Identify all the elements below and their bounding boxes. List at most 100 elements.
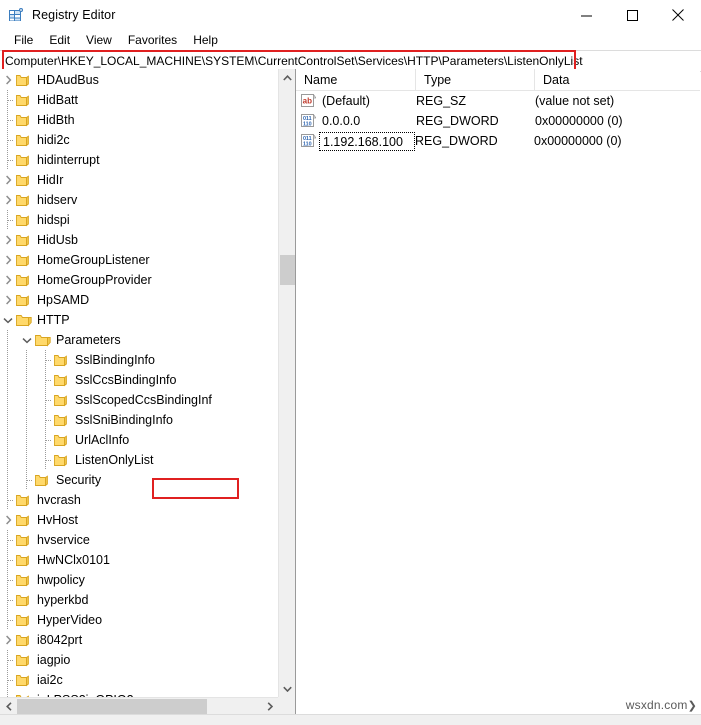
folder-icon (16, 253, 32, 267)
chevron-right-icon[interactable] (0, 630, 16, 650)
tree-node-hdaudbus[interactable]: HDAudBus (0, 70, 278, 90)
value-row[interactable]: ab (Default) REG_SZ (value not set) (296, 91, 700, 111)
chevron-right-icon[interactable] (0, 250, 16, 270)
value-row[interactable]: 011 110 0.0.0.0 REG_DWORD 0x00000000 (0) (296, 111, 700, 131)
window-controls (563, 0, 701, 30)
folder-icon (35, 333, 51, 347)
tree-node-hvhost[interactable]: HvHost (0, 510, 278, 530)
tree-node-hpsamd[interactable]: HpSAMD (0, 290, 278, 310)
chevron-right-icon[interactable] (0, 70, 16, 90)
registry-editor-icon (8, 7, 24, 23)
tree-node-label: HidBth (37, 113, 75, 127)
close-button[interactable] (655, 0, 701, 30)
tree-node-hidi2c[interactable]: hidi2c (0, 130, 278, 150)
scroll-up-icon[interactable] (279, 69, 295, 86)
tree-node-hidspi[interactable]: hidspi (0, 210, 278, 230)
tree-indent-guide (19, 350, 38, 370)
tree-node-hidinterrupt[interactable]: hidinterrupt (0, 150, 278, 170)
value-data: 0x00000000 (0) (534, 134, 622, 148)
dword-value-icon: 011 110 (301, 113, 317, 128)
maximize-button[interactable] (609, 0, 655, 30)
tree-connector-line (0, 650, 16, 670)
tree-node-hidusb[interactable]: HidUsb (0, 230, 278, 250)
tree-node-homegroupprovider[interactable]: HomeGroupProvider (0, 270, 278, 290)
tree-node-label: HDAudBus (37, 73, 99, 87)
tree-node-http[interactable]: HTTP (0, 310, 278, 330)
tree-node-hidserv[interactable]: hidserv (0, 190, 278, 210)
tree-node-hyperkbd[interactable]: hyperkbd (0, 590, 278, 610)
tree-indent-guide (19, 410, 38, 430)
chevron-right-icon[interactable] (0, 230, 16, 250)
chevron-right-icon[interactable] (0, 170, 16, 190)
tree-node-hidbth[interactable]: HidBth (0, 110, 278, 130)
tree-horizontal-scroll-thumb[interactable] (17, 699, 207, 714)
tree-node-hwnclx0101[interactable]: HwNClx0101 (0, 550, 278, 570)
chevron-right-icon[interactable] (0, 510, 16, 530)
value-row[interactable]: 011 110 1.192.168.100 REG_DWORD 0x00000000 (… (296, 131, 700, 151)
tree-node-sslscopedccsbindinginf[interactable]: SslScopedCcsBindingInf (0, 390, 278, 410)
column-header-name[interactable]: Name (296, 69, 416, 90)
tree-node-label: HidIr (37, 173, 64, 187)
tree-node-hidir[interactable]: HidIr (0, 170, 278, 190)
tree-node-security[interactable]: Security (0, 470, 278, 490)
tree-connector-line (0, 110, 16, 130)
tree-connector-line (0, 670, 16, 690)
tree-node-iai2c[interactable]: iai2c (0, 670, 278, 690)
tree-node-urlaclinfo[interactable]: UrlAclInfo (0, 430, 278, 450)
chevron-right-icon[interactable] (0, 190, 16, 210)
tree-node-label: HomeGroupProvider (37, 273, 152, 287)
folder-icon (16, 553, 32, 567)
chevron-right-icon[interactable] (0, 270, 16, 290)
tree-horizontal-scrollbar[interactable] (0, 697, 278, 714)
scrollbar-corner (278, 697, 295, 714)
tree-connector-line (0, 130, 16, 150)
tree-node-label: hvservice (37, 533, 90, 547)
tree-node-homegrouplistener[interactable]: HomeGroupListener (0, 250, 278, 270)
menu-item-favorites[interactable]: Favorites (120, 32, 185, 48)
chevron-right-icon[interactable] (0, 290, 16, 310)
tree-node-sslccsbindinginfo[interactable]: SslCcsBindingInfo (0, 370, 278, 390)
tree-connector-line (0, 90, 16, 110)
tree-node-parameters[interactable]: Parameters (0, 330, 278, 350)
tree-node-label: HidBatt (37, 93, 78, 107)
tree-node-hvservice[interactable]: hvservice (0, 530, 278, 550)
folder-icon (16, 513, 32, 527)
menu-item-edit[interactable]: Edit (41, 32, 78, 48)
tree-node-hidbatt[interactable]: HidBatt (0, 90, 278, 110)
menu-item-file[interactable]: File (6, 32, 41, 48)
tree-node-iagpio[interactable]: iagpio (0, 650, 278, 670)
folder-icon (16, 293, 32, 307)
menu-item-help[interactable]: Help (185, 32, 226, 48)
tree-node-label: HyperVideo (37, 613, 103, 627)
tree-vertical-scrollbar[interactable] (278, 69, 295, 697)
tree-node-i8042prt[interactable]: i8042prt (0, 630, 278, 650)
menu-item-view[interactable]: View (78, 32, 120, 48)
tree-node-ialpss2i-gpio2[interactable]: iaLPSS2i_GPIO2 (0, 690, 278, 697)
tree-connector-line (38, 450, 54, 470)
scroll-left-icon[interactable] (0, 698, 17, 714)
tree-connector-line (0, 150, 16, 170)
folder-icon (16, 173, 32, 187)
tree-vertical-scroll-thumb[interactable] (280, 255, 295, 285)
value-type: REG_DWORD (416, 114, 499, 128)
values-column-headers: Name Type Data (296, 69, 700, 91)
folder-icon (54, 353, 70, 367)
values-list: ab (Default) REG_SZ (value not set) 011 110 0.… (296, 91, 700, 151)
tree-node-hypervideo[interactable]: HyperVideo (0, 610, 278, 630)
tree-node-hwpolicy[interactable]: hwpolicy (0, 570, 278, 590)
tree-node-listenonlylist[interactable]: ListenOnlyList (0, 450, 278, 470)
minimize-button[interactable] (563, 0, 609, 30)
tree-indent-guide (0, 330, 19, 350)
chevron-down-icon[interactable] (19, 330, 35, 350)
scroll-down-icon[interactable] (279, 680, 295, 697)
column-header-data[interactable]: Data (535, 69, 700, 90)
folder-icon (16, 613, 32, 627)
chevron-down-icon[interactable] (0, 310, 16, 330)
tree-node-label: Parameters (56, 333, 121, 347)
tree-node-sslbindinginfo[interactable]: SslBindingInfo (0, 350, 278, 370)
value-type: REG_DWORD (415, 134, 498, 148)
tree-node-sslsnibindinginfo[interactable]: SslSniBindingInfo (0, 410, 278, 430)
scroll-right-icon[interactable] (261, 698, 278, 714)
column-header-type[interactable]: Type (416, 69, 535, 90)
tree-node-hvcrash[interactable]: hvcrash (0, 490, 278, 510)
